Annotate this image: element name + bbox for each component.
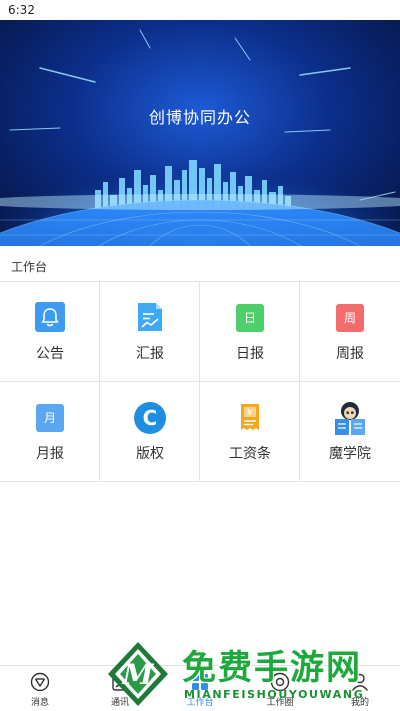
payslip-icon: ¥ xyxy=(235,402,265,432)
banner-image: 创博协同办公 xyxy=(0,20,400,246)
grid-item-label: 魔学院 xyxy=(329,446,371,462)
grid-item-daily[interactable]: 日 日报 xyxy=(200,282,300,382)
grid-item-monthly[interactable]: 月 月报 xyxy=(0,382,100,482)
payslip-glyph: ¥ xyxy=(247,409,253,419)
monthly-icon: 月 xyxy=(36,404,64,432)
status-time: 6:32 xyxy=(8,3,35,17)
banner-title: 创博协同办公 xyxy=(148,108,251,127)
grid-item-academy[interactable]: 魔学院 xyxy=(300,382,400,482)
watermark-logo: M xyxy=(104,640,172,708)
globe-city-illustration xyxy=(0,29,400,246)
grid-item-label: 版权 xyxy=(136,446,164,462)
grid-item-label: 汇报 xyxy=(136,346,164,362)
section-header: 工作台 xyxy=(0,246,400,282)
watermark-text: 免费手游网 xyxy=(182,648,362,688)
watermark-subtext: MIANFEISHOUYOUWANG xyxy=(184,688,365,701)
watermark: M 免费手游网 MIANFEISHOUYOUWANG xyxy=(104,640,400,711)
academy-icon xyxy=(332,400,368,436)
nav-label: 消息 xyxy=(30,698,49,708)
bell-icon xyxy=(35,302,65,332)
status-bar: 6:32 xyxy=(0,0,400,20)
grid-item-label: 月报 xyxy=(36,446,64,462)
grid-item-copyright[interactable]: C 版权 xyxy=(100,382,200,482)
app-grid: 公告 汇报 日 日报 周 周报 月 月报 C 版权 ¥ 工资条 魔学院 xyxy=(0,282,400,482)
grid-item-label: 日报 xyxy=(236,346,264,362)
weekly-icon: 周 xyxy=(336,304,364,332)
grid-item-announcement[interactable]: 公告 xyxy=(0,282,100,382)
daily-icon: 日 xyxy=(236,304,264,332)
copyright-icon: C xyxy=(134,402,166,434)
grid-item-label: 工资条 xyxy=(229,446,271,462)
svg-text:M: M xyxy=(122,658,155,691)
grid-item-report[interactable]: 汇报 xyxy=(100,282,200,382)
section-title: 工作台 xyxy=(11,260,48,274)
grid-item-label: 周报 xyxy=(336,346,364,362)
message-icon xyxy=(30,672,50,692)
report-icon xyxy=(135,302,165,332)
grid-item-payslip[interactable]: ¥ 工资条 xyxy=(200,382,300,482)
grid-item-label: 公告 xyxy=(36,346,64,362)
nav-item-messages[interactable]: 消息 xyxy=(0,666,80,711)
grid-item-weekly[interactable]: 周 周报 xyxy=(300,282,400,382)
